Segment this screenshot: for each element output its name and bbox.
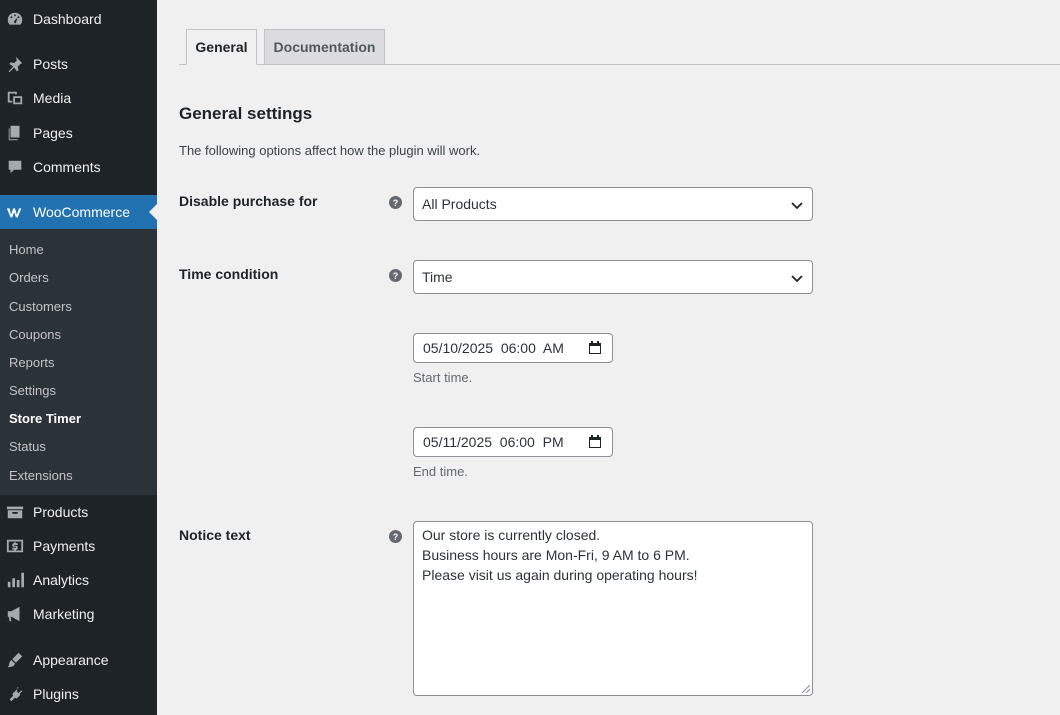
chevron-down-icon bbox=[791, 275, 803, 283]
menu-posts-label: Posts bbox=[33, 56, 69, 72]
help-icon[interactable]: ? bbox=[389, 269, 402, 282]
end-time-description: End time. bbox=[413, 464, 468, 479]
start-time-input[interactable]: 05/10/2025 06:00 AM bbox=[413, 333, 613, 363]
submenu-reports[interactable]: Reports bbox=[9, 355, 55, 370]
menu-plugins[interactable]: Plugins bbox=[0, 677, 157, 711]
comment-icon bbox=[5, 157, 25, 177]
submenu-coupons[interactable]: Coupons bbox=[9, 327, 61, 342]
pages-icon bbox=[5, 123, 25, 143]
menu-comments[interactable]: Comments bbox=[0, 150, 157, 184]
menu-analytics-label: Analytics bbox=[33, 572, 90, 588]
menu-pages-label: Pages bbox=[33, 125, 73, 141]
submenu-extensions[interactable]: Extensions bbox=[9, 468, 73, 483]
menu-marketing-label: Marketing bbox=[33, 606, 95, 622]
start-time-description: Start time. bbox=[413, 370, 473, 385]
payments-icon bbox=[5, 536, 25, 556]
notice-textarea[interactable]: Our store is currently closed. Business … bbox=[413, 521, 813, 696]
menu-payments[interactable]: Payments bbox=[0, 529, 157, 563]
notice-line: Our store is currently closed. bbox=[422, 527, 601, 543]
submenu-status[interactable]: Status bbox=[9, 439, 46, 454]
help-icon[interactable]: ? bbox=[389, 196, 402, 209]
submenu-settings[interactable]: Settings bbox=[9, 383, 56, 398]
menu-dashboard[interactable]: Dashboard bbox=[0, 2, 157, 36]
megaphone-icon bbox=[5, 604, 25, 624]
woocommerce-submenu: Home Orders Customers Coupons Reports Se… bbox=[0, 229, 157, 495]
calendar-icon[interactable] bbox=[588, 435, 602, 449]
menu-pages[interactable]: Pages bbox=[0, 116, 157, 150]
menu-payments-label: Payments bbox=[33, 538, 96, 554]
plug-icon bbox=[5, 684, 25, 704]
woocommerce-icon bbox=[5, 202, 25, 222]
pin-icon bbox=[5, 54, 25, 74]
submenu-store-timer[interactable]: Store Timer bbox=[9, 411, 81, 426]
menu-products[interactable]: Products bbox=[0, 495, 157, 529]
time-condition-select[interactable]: Time bbox=[413, 260, 813, 294]
menu-posts[interactable]: Posts bbox=[0, 47, 157, 81]
help-icon[interactable]: ? bbox=[389, 530, 402, 543]
menu-marketing[interactable]: Marketing bbox=[0, 597, 157, 631]
submenu-home[interactable]: Home bbox=[9, 242, 44, 257]
time-condition-label: Time condition bbox=[179, 266, 279, 282]
menu-appearance[interactable]: Appearance bbox=[0, 643, 157, 677]
submenu-customers[interactable]: Customers bbox=[9, 299, 72, 314]
dashboard-icon bbox=[5, 9, 25, 29]
start-time-value: 05/10/2025 06:00 AM bbox=[423, 340, 564, 356]
disable-purchase-value: All Products bbox=[422, 196, 497, 212]
analytics-icon bbox=[5, 570, 25, 590]
time-condition-value: Time bbox=[422, 269, 453, 285]
menu-woocommerce[interactable]: WooCommerce bbox=[0, 195, 157, 229]
products-icon bbox=[5, 502, 25, 522]
submenu-orders[interactable]: Orders bbox=[9, 270, 49, 285]
menu-woocommerce-label: WooCommerce bbox=[33, 204, 130, 220]
menu-appearance-label: Appearance bbox=[33, 652, 109, 668]
menu-comments-label: Comments bbox=[33, 159, 101, 175]
notice-line: Business hours are Mon-Fri, 9 AM to 6 PM… bbox=[422, 547, 690, 563]
notice-text-label: Notice text bbox=[179, 527, 251, 543]
calendar-icon[interactable] bbox=[588, 341, 602, 355]
disable-purchase-label: Disable purchase for bbox=[179, 193, 318, 209]
settings-title: General settings bbox=[179, 104, 313, 123]
brush-icon bbox=[5, 650, 25, 670]
media-icon bbox=[5, 88, 25, 108]
menu-analytics[interactable]: Analytics bbox=[0, 563, 157, 597]
notice-line: Please visit us again during operating h… bbox=[422, 567, 698, 583]
disable-purchase-select[interactable]: All Products bbox=[413, 187, 813, 221]
menu-products-label: Products bbox=[33, 504, 89, 520]
chevron-down-icon bbox=[791, 202, 803, 210]
tab-documentation[interactable]: Documentation bbox=[264, 29, 385, 65]
end-time-input[interactable]: 05/11/2025 06:00 PM bbox=[413, 427, 613, 457]
menu-media-label: Media bbox=[33, 90, 72, 106]
admin-sidebar: Dashboard Posts Media Pages Comments Woo… bbox=[0, 0, 157, 715]
settings-description: The following options affect how the plu… bbox=[179, 143, 481, 158]
menu-dashboard-label: Dashboard bbox=[33, 11, 102, 27]
menu-plugins-label: Plugins bbox=[33, 686, 79, 702]
resize-handle-icon[interactable] bbox=[802, 685, 810, 693]
end-time-value: 05/11/2025 06:00 PM bbox=[423, 434, 564, 450]
menu-media[interactable]: Media bbox=[0, 81, 157, 115]
tab-general[interactable]: General bbox=[186, 29, 257, 65]
